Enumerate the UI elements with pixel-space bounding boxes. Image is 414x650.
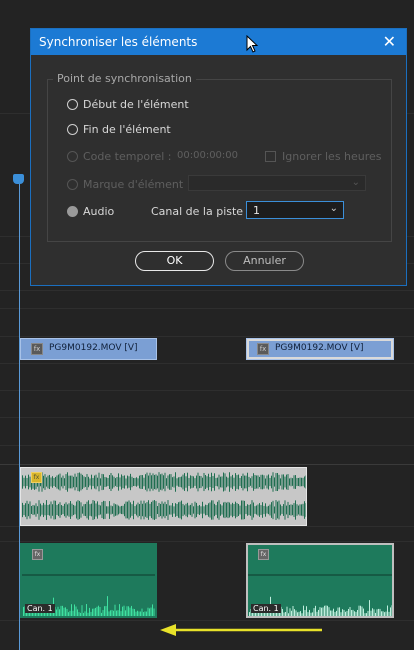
video-clip-1[interactable]: fx PG9M0192.MOV [V]: [20, 338, 157, 360]
group-label: Point de synchronisation: [53, 72, 196, 85]
dialog-title: Synchroniser les éléments: [39, 35, 198, 49]
video-clip-2[interactable]: fx PG9M0192.MOV [V]: [246, 338, 394, 360]
fx-icon: fx: [32, 549, 43, 560]
ignore-hours-label: Ignorer les heures: [282, 150, 382, 163]
fx-icon: fx: [31, 472, 42, 483]
radio-end[interactable]: [67, 124, 78, 135]
arrow-left-icon: [160, 624, 322, 636]
video-clip-label: PG9M0192.MOV [V]: [49, 343, 138, 353]
channel-select-value: 1: [253, 204, 260, 217]
ok-button[interactable]: OK: [135, 251, 214, 271]
playhead-icon[interactable]: [13, 174, 24, 184]
radio-marker: [67, 179, 78, 190]
radio-start[interactable]: [67, 99, 78, 110]
fx-icon: fx: [31, 343, 43, 355]
radio-timecode-label: Code temporel :: [83, 150, 172, 163]
sync-dialog: Synchroniser les éléments ✕ Point de syn…: [30, 28, 407, 286]
chevron-down-icon: ⌄: [351, 177, 360, 188]
audio-clip-a2-2[interactable]: fx Can. 1: [246, 543, 394, 618]
playhead-line: [19, 182, 20, 650]
audio-waveform: [22, 472, 306, 520]
radio-start-label: Début de l'élément: [83, 98, 189, 111]
channel-label: Can. 1: [251, 604, 281, 613]
fx-icon: fx: [257, 343, 269, 355]
radio-end-label: Fin de l'élément: [83, 123, 171, 136]
cancel-button[interactable]: Annuler: [225, 251, 304, 271]
ignore-hours-checkbox: [265, 151, 276, 162]
video-clip-label: PG9M0192.MOV [V]: [275, 343, 364, 353]
radio-audio-label: Audio: [83, 205, 115, 218]
channel-select[interactable]: 1 ⌄: [246, 201, 344, 219]
dialog-titlebar[interactable]: Synchroniser les éléments ✕: [31, 29, 406, 55]
radio-marker-label: Marque d'élément: [83, 178, 184, 191]
radio-audio[interactable]: [67, 206, 78, 217]
chevron-down-icon: ⌄: [329, 203, 338, 214]
fx-icon: fx: [258, 549, 269, 560]
mouse-cursor-icon: [246, 35, 259, 53]
marker-select: ⌄: [188, 175, 366, 191]
close-icon[interactable]: ✕: [383, 32, 396, 51]
channel-label: Can. 1: [25, 604, 55, 613]
audio-clip-a1[interactable]: fx: [20, 467, 307, 526]
audio-clip-a2-1[interactable]: fx Can. 1: [20, 543, 157, 618]
channel-label: Canal de la piste: [151, 205, 244, 218]
radio-timecode: [67, 151, 78, 162]
timecode-field: 00:00:00:00: [177, 150, 239, 161]
